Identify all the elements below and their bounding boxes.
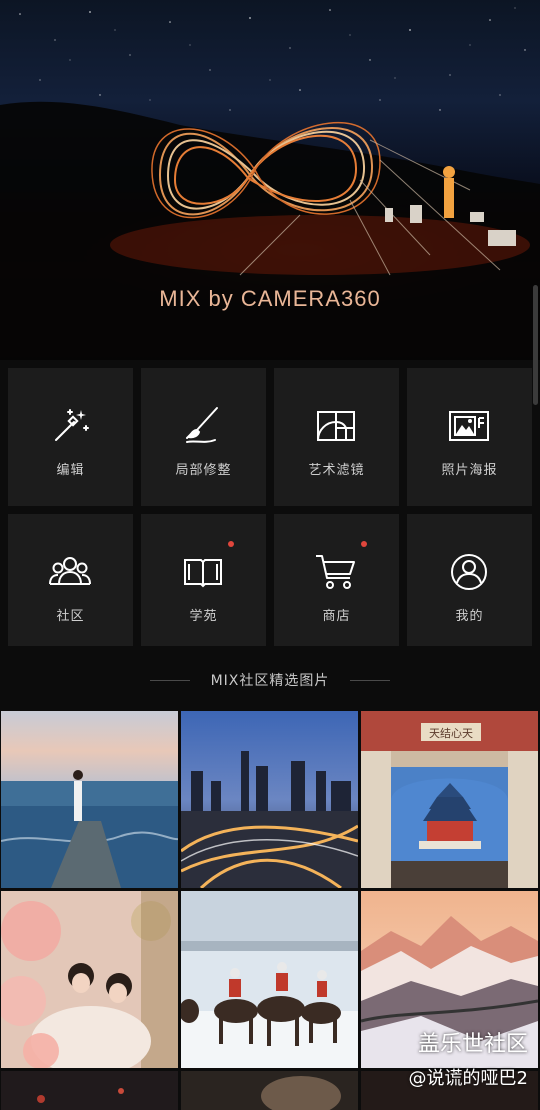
section-title: MIX社区精选图片 bbox=[210, 673, 330, 689]
scrollbar-thumb[interactable] bbox=[533, 285, 538, 405]
divider-right bbox=[350, 680, 390, 681]
tool-store[interactable]: 商店 bbox=[274, 514, 399, 646]
tool-local-retouch[interactable]: 局部修整 bbox=[141, 368, 266, 506]
photo-image bbox=[181, 891, 358, 1068]
hero-banner[interactable]: MIX by CAMERA360 bbox=[0, 0, 540, 360]
featured-photo[interactable] bbox=[181, 891, 358, 1068]
tool-label: 商店 bbox=[322, 609, 351, 624]
tool-label: 我的 bbox=[455, 609, 484, 624]
divider-left bbox=[150, 680, 190, 681]
tool-photo-poster[interactable]: 照片海报 bbox=[407, 368, 532, 506]
photo-image bbox=[181, 711, 358, 888]
watermark-community: 盖乐世社区 bbox=[417, 1032, 528, 1057]
tool-community[interactable]: 社区 bbox=[8, 514, 133, 646]
featured-photo[interactable] bbox=[181, 711, 358, 888]
hero-title: MIX by CAMERA360 bbox=[159, 286, 381, 311]
poster-icon bbox=[449, 411, 489, 441]
featured-section-header: MIX社区精选图片 bbox=[0, 668, 540, 694]
tool-label: 照片海报 bbox=[441, 463, 498, 478]
photo-image bbox=[1, 1071, 178, 1110]
tool-label: 社区 bbox=[56, 609, 85, 624]
featured-photo[interactable]: 天结心天 bbox=[361, 711, 538, 888]
book-icon bbox=[184, 559, 222, 588]
featured-photo[interactable] bbox=[181, 1071, 358, 1110]
tool-label: 艺术滤镜 bbox=[308, 463, 365, 478]
cart-icon bbox=[316, 555, 355, 589]
tool-label: 局部修整 bbox=[175, 463, 232, 478]
watermark-author: @说谎的哑巴2 bbox=[408, 1068, 528, 1089]
store-badge-dot bbox=[361, 541, 367, 547]
gate-sign-text: 天结心天 bbox=[429, 727, 473, 740]
tool-label: 编辑 bbox=[56, 463, 85, 478]
magic-wand-icon bbox=[55, 409, 89, 441]
photo-image bbox=[181, 1071, 358, 1110]
featured-photo[interactable] bbox=[1, 711, 178, 888]
tool-edit[interactable]: 编辑 bbox=[8, 368, 133, 506]
tool-my-profile[interactable]: 我的 bbox=[407, 514, 532, 646]
photo-image bbox=[1, 891, 178, 1068]
brush-icon bbox=[186, 407, 218, 443]
photo-image bbox=[1, 711, 178, 888]
academy-badge-dot bbox=[228, 541, 234, 547]
tool-academy[interactable]: 学苑 bbox=[141, 514, 266, 646]
tool-art-filter[interactable]: 艺术滤镜 bbox=[274, 368, 399, 506]
featured-photo[interactable] bbox=[1, 891, 178, 1068]
user-icon bbox=[451, 554, 487, 590]
featured-photo[interactable] bbox=[1, 1071, 178, 1110]
tool-label: 学苑 bbox=[189, 609, 218, 624]
community-icon bbox=[49, 557, 91, 585]
golden-ratio-icon bbox=[317, 411, 355, 441]
